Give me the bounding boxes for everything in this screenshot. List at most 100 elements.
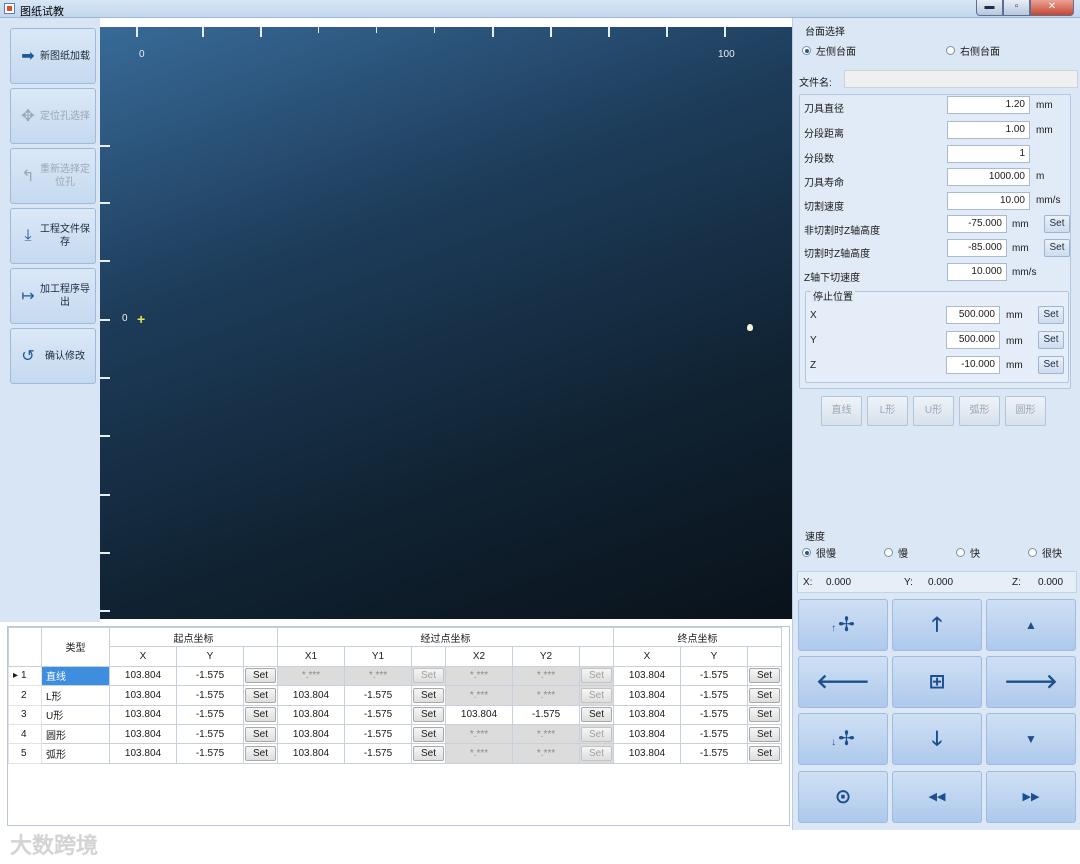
via2-set-button[interactable]: Set bbox=[579, 704, 614, 725]
tool-life-field[interactable]: 1000.00 bbox=[947, 168, 1030, 186]
end-x-cell[interactable]: 103.804 bbox=[613, 685, 681, 706]
stop-x-field[interactable]: 500.000 bbox=[946, 306, 1000, 324]
via-y1-cell[interactable]: -1.575 bbox=[344, 685, 412, 706]
table-row[interactable]: 3 U形 103.804 -1.575 Set 103.804 -1.575 Set 103.8… bbox=[8, 704, 782, 725]
via1-set-button[interactable]: Set bbox=[411, 665, 446, 687]
end-x-cell[interactable]: 103.804 bbox=[613, 665, 681, 687]
via-y1-cell[interactable]: -1.575 bbox=[344, 743, 412, 764]
end-y-cell[interactable]: -1.575 bbox=[680, 743, 748, 764]
table-row[interactable]: 2 L形 103.804 -1.575 Set 103.804 -1.575 Set *.***… bbox=[8, 685, 782, 706]
via-x1-cell[interactable]: 103.804 bbox=[277, 743, 345, 764]
stop-y-field[interactable]: 500.000 bbox=[946, 331, 1000, 349]
via1-set-button[interactable]: Set bbox=[411, 743, 446, 764]
start-y-cell[interactable]: -1.575 bbox=[176, 685, 244, 706]
type-cell[interactable]: 直线 bbox=[41, 665, 110, 687]
type-cell[interactable]: U形 bbox=[41, 704, 110, 725]
shape-circle-button[interactable]: 圆形 bbox=[1005, 396, 1046, 426]
spindle-down-button[interactable]: ↓ ✢ bbox=[798, 713, 888, 765]
spindle-up-button[interactable]: ↑ ✢ bbox=[798, 599, 888, 651]
start-x-cell[interactable]: 103.804 bbox=[109, 704, 177, 725]
start-y-cell[interactable]: -1.575 bbox=[176, 704, 244, 725]
right-table-radio[interactable]: 右侧台面 bbox=[946, 43, 1000, 58]
end-y-cell[interactable]: -1.575 bbox=[680, 704, 748, 725]
stop-y-set-button[interactable]: Set bbox=[1038, 331, 1064, 349]
shape-arc-button[interactable]: 弧形 bbox=[959, 396, 1000, 426]
left-table-radio[interactable]: 左侧台面 bbox=[802, 43, 856, 58]
via2-set-button[interactable]: Set bbox=[579, 685, 614, 706]
start-x-cell[interactable]: 103.804 bbox=[109, 685, 177, 706]
via-x1-cell[interactable]: 103.804 bbox=[277, 723, 345, 745]
start-set-button[interactable]: Set bbox=[243, 723, 278, 745]
via1-set-button[interactable]: Set bbox=[411, 685, 446, 706]
via1-set-button[interactable]: Set bbox=[411, 704, 446, 725]
segment-distance-field[interactable]: 1.00 bbox=[947, 121, 1030, 139]
via1-set-button[interactable]: Set bbox=[411, 723, 446, 745]
start-x-cell[interactable]: 103.804 bbox=[109, 665, 177, 687]
move-up-button[interactable]: 🡑 bbox=[892, 599, 982, 651]
end-x-cell[interactable]: 103.804 bbox=[613, 723, 681, 745]
start-set-button[interactable]: Set bbox=[243, 743, 278, 764]
start-y-cell[interactable]: -1.575 bbox=[176, 743, 244, 764]
speed-very-fast-radio[interactable]: 很快 bbox=[1028, 545, 1062, 560]
file-name-field[interactable] bbox=[844, 70, 1078, 88]
via-x1-cell[interactable]: 103.804 bbox=[277, 704, 345, 725]
z-up-button[interactable]: ▲ bbox=[986, 599, 1076, 651]
z-down-button[interactable]: ▼ bbox=[986, 713, 1076, 765]
speed-slow-radio[interactable]: 慢 bbox=[884, 545, 908, 560]
segment-count-field[interactable]: 1 bbox=[947, 145, 1030, 163]
start-set-button[interactable]: Set bbox=[243, 704, 278, 725]
start-x-cell[interactable]: 103.804 bbox=[109, 723, 177, 745]
move-left-button[interactable]: 🡐 bbox=[798, 656, 888, 708]
shape-u-button[interactable]: U形 bbox=[913, 396, 954, 426]
via2-set-button[interactable]: Set bbox=[579, 723, 614, 745]
type-cell[interactable]: 弧形 bbox=[41, 743, 110, 764]
home-button[interactable]: ⊙ bbox=[798, 771, 888, 823]
via-y1-cell[interactable]: -1.575 bbox=[344, 704, 412, 725]
end-x-cell[interactable]: 103.804 bbox=[613, 704, 681, 725]
forward-button[interactable]: ▶▶ bbox=[986, 771, 1076, 823]
table-row[interactable]: 5 弧形 103.804 -1.575 Set 103.804 -1.575 Set *.***… bbox=[8, 743, 782, 764]
end-set-button[interactable]: Set bbox=[747, 665, 782, 687]
save-project-button[interactable]: ⤓ 工程文件保存 bbox=[10, 208, 96, 264]
end-x-cell[interactable]: 103.804 bbox=[613, 743, 681, 764]
start-x-cell[interactable]: 103.804 bbox=[109, 743, 177, 764]
move-right-button[interactable]: 🡒 bbox=[986, 656, 1076, 708]
type-cell[interactable]: L形 bbox=[41, 685, 110, 706]
cut-z-set-button[interactable]: Set bbox=[1044, 239, 1070, 257]
cut-z-field[interactable]: -85.000 bbox=[947, 239, 1007, 257]
maximize-button[interactable]: ▫ bbox=[1003, 0, 1030, 16]
end-set-button[interactable]: Set bbox=[747, 704, 782, 725]
stop-z-field[interactable]: -10.000 bbox=[946, 356, 1000, 374]
reselect-hole-button[interactable]: ↰ 重新选择定位孔 bbox=[10, 148, 96, 204]
tool-diameter-field[interactable]: 1.20 bbox=[947, 96, 1030, 114]
via-x1-cell[interactable]: 103.804 bbox=[277, 685, 345, 706]
locate-hole-button[interactable]: ✥ 定位孔选择 bbox=[10, 88, 96, 144]
speed-very-slow-radio[interactable]: 很慢 bbox=[802, 545, 836, 560]
table-row[interactable]: 4 圆形 103.804 -1.575 Set 103.804 -1.575 Set *.***… bbox=[8, 723, 782, 745]
load-drawing-button[interactable]: ➡ 新图纸加载 bbox=[10, 28, 96, 84]
minimize-button[interactable]: ▬ bbox=[976, 0, 1003, 16]
move-down-button[interactable]: 🡓 bbox=[892, 713, 982, 765]
noncut-z-field[interactable]: -75.000 bbox=[947, 215, 1007, 233]
start-set-button[interactable]: Set bbox=[243, 685, 278, 706]
end-y-cell[interactable]: -1.575 bbox=[680, 665, 748, 687]
drawing-canvas[interactable]: 0 100 0 + bbox=[100, 27, 792, 619]
start-set-button[interactable]: Set bbox=[243, 665, 278, 687]
via-x2-cell[interactable]: 103.804 bbox=[445, 704, 513, 725]
move-center-button[interactable]: ⊞ bbox=[892, 656, 982, 708]
rewind-button[interactable]: ◀◀ bbox=[892, 771, 982, 823]
cut-speed-field[interactable]: 10.00 bbox=[947, 192, 1030, 210]
start-y-cell[interactable]: -1.575 bbox=[176, 723, 244, 745]
end-set-button[interactable]: Set bbox=[747, 723, 782, 745]
close-button[interactable]: ✕ bbox=[1030, 0, 1074, 16]
via-y2-cell[interactable]: -1.575 bbox=[512, 704, 580, 725]
end-set-button[interactable]: Set bbox=[747, 743, 782, 764]
start-y-cell[interactable]: -1.575 bbox=[176, 665, 244, 687]
speed-fast-radio[interactable]: 快 bbox=[956, 545, 980, 560]
stop-x-set-button[interactable]: Set bbox=[1038, 306, 1064, 324]
shape-l-button[interactable]: L形 bbox=[867, 396, 908, 426]
export-program-button[interactable]: ↦ 加工程序导出 bbox=[10, 268, 96, 324]
end-set-button[interactable]: Set bbox=[747, 685, 782, 706]
end-y-cell[interactable]: -1.575 bbox=[680, 685, 748, 706]
z-down-speed-field[interactable]: 10.000 bbox=[947, 263, 1007, 281]
